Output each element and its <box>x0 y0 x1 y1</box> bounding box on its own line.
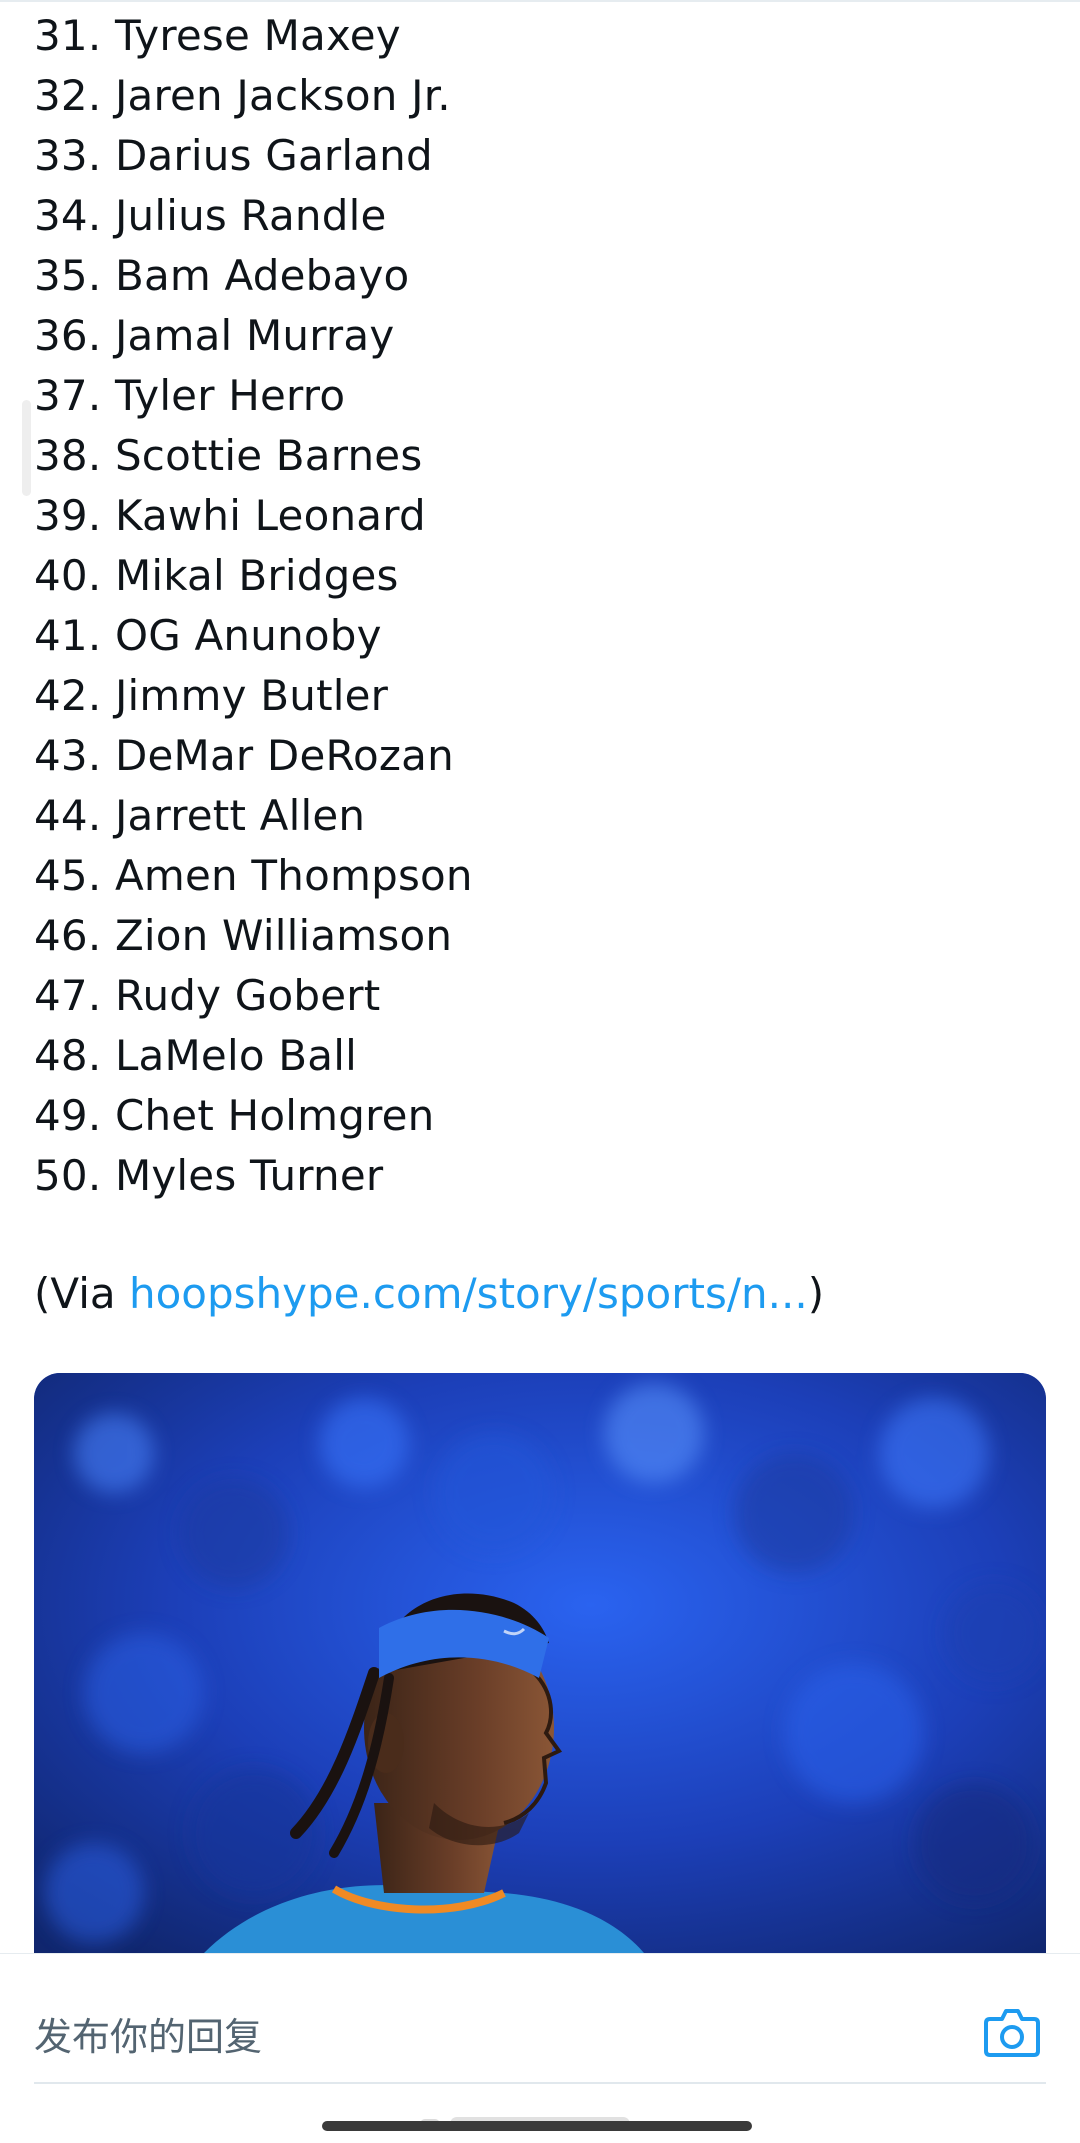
ranking-item: 47. Rudy Gobert <box>34 971 381 1020</box>
ranking-item: 43. DeMar DeRozan <box>34 731 454 780</box>
media-card[interactable] <box>34 1373 1046 1953</box>
ranking-item: 35. Bam Adebayo <box>34 251 410 300</box>
source-suffix: ) <box>807 1269 825 1318</box>
reply-input[interactable]: 发布你的回复 <box>34 2012 262 2062</box>
reply-divider <box>34 2082 1046 2084</box>
home-indicator[interactable] <box>322 2121 752 2131</box>
ranking-item: 36. Jamal Murray <box>34 311 395 360</box>
source-line: (Via hoopshype.com/story/sports/n...) <box>34 1264 824 1324</box>
ranking-item: 31. Tyrese Maxey <box>34 11 401 60</box>
camera-icon[interactable] <box>982 2002 1042 2062</box>
ranking-item: 45. Amen Thompson <box>34 851 473 900</box>
ranking-item: 42. Jimmy Butler <box>34 671 389 720</box>
ranking-list: 31. Tyrese Maxey 32. Jaren Jackson Jr. 3… <box>34 6 994 1206</box>
ranking-item: 38. Scottie Barnes <box>34 431 423 480</box>
ranking-item: 49. Chet Holmgren <box>34 1091 435 1140</box>
scroll-indicator <box>22 400 31 496</box>
ranking-item: 33. Darius Garland <box>34 131 433 180</box>
ranking-item: 37. Tyler Herro <box>34 371 346 420</box>
reply-bar: 发布你的回复 <box>0 1953 1080 2142</box>
ranking-item: 44. Jarrett Allen <box>34 791 366 840</box>
ranking-item: 34. Julius Randle <box>34 191 387 240</box>
ranking-item: 39. Kawhi Leonard <box>34 491 426 540</box>
ranking-item: 48. LaMelo Ball <box>34 1031 357 1080</box>
source-link[interactable]: hoopshype.com/story/sports/n... <box>129 1269 808 1318</box>
player-photo <box>34 1373 1046 1953</box>
ranking-item: 40. Mikal Bridges <box>34 551 399 600</box>
ranking-item: 50. Myles Turner <box>34 1151 384 1200</box>
ranking-item: 46. Zion Williamson <box>34 911 453 960</box>
ranking-item: 32. Jaren Jackson Jr. <box>34 71 451 120</box>
source-prefix: (Via <box>34 1269 129 1318</box>
top-divider <box>0 0 1080 2</box>
ranking-item: 41. OG Anunoby <box>34 611 382 660</box>
